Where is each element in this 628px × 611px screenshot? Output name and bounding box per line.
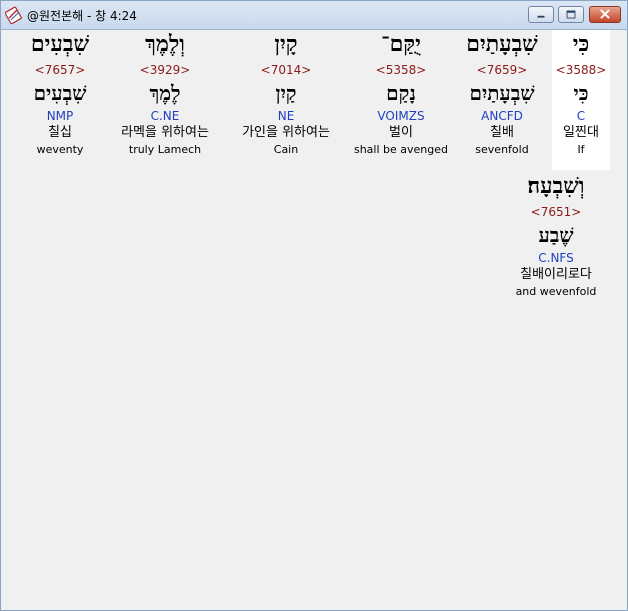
korean-gloss: 칠배이리로다 — [520, 267, 592, 282]
hebrew-lemma: שִׁבְעִים — [33, 81, 87, 105]
maximize-icon — [566, 10, 576, 19]
interlinear-view: כִּי <3588> כִּי C 일찐대 If שִׁבְעָתַיִם <… — [2, 30, 626, 608]
hebrew-word: וְשִׁבְעָה׃ — [527, 173, 585, 199]
maximize-button[interactable] — [558, 6, 584, 23]
korean-gloss: 라멕을 위하여는 — [121, 125, 209, 140]
hebrew-lemma: לֶמֶךְ — [149, 81, 181, 105]
morph-code[interactable]: VOIMZS — [346, 108, 456, 124]
bible-app-icon[interactable] — [4, 6, 23, 25]
minimize-icon — [537, 15, 545, 18]
minimize-button[interactable] — [528, 6, 554, 23]
morph-code[interactable]: ANCFD — [457, 108, 547, 124]
word-cell[interactable]: וְשִׁבְעָה׃ <7651> שֶׁבַע C.NFS 칠배이리로다 a… — [500, 172, 612, 312]
close-button[interactable] — [589, 6, 621, 23]
strong-number[interactable]: <3588> — [552, 62, 610, 78]
korean-gloss: 가인을 위하여는 — [242, 125, 330, 140]
strong-number[interactable]: <7659> — [457, 62, 547, 78]
title-bar[interactable]: @원전본해 - 창 4:24 — [1, 1, 627, 30]
hebrew-lemma: כִּי — [573, 81, 589, 105]
hebrew-word: יֻקַּם־ — [381, 31, 421, 57]
english-gloss: Cain — [273, 143, 299, 156]
korean-gloss: 일찐대 — [563, 125, 599, 140]
strong-number[interactable]: <7014> — [226, 62, 346, 78]
hebrew-word: קָיִן — [274, 31, 298, 57]
english-gloss: weventy — [36, 143, 84, 156]
hebrew-word: כִּי — [572, 31, 590, 57]
morph-code[interactable]: NMP — [16, 108, 104, 124]
hebrew-word: וְלֶמֶךְ — [145, 31, 185, 57]
window-title: @원전본해 - 창 4:24 — [27, 9, 137, 23]
word-cell[interactable]: וְלֶמֶךְ <3929> לֶמֶךְ C.NE 라멕을 위하여는 tru… — [104, 30, 226, 170]
english-gloss: If — [577, 143, 585, 156]
english-gloss: sevenfold — [475, 143, 529, 156]
korean-gloss: 벌이 — [389, 125, 413, 140]
morph-code[interactable]: C.NFS — [500, 250, 612, 266]
morph-code[interactable]: NE — [226, 108, 346, 124]
korean-gloss: 칠십 — [48, 125, 72, 140]
hebrew-word: שִׁבְעָתַיִם — [466, 31, 538, 57]
hebrew-lemma: נָקַם — [386, 81, 416, 105]
word-cell[interactable]: כִּי <3588> כִּי C 일찐대 If — [552, 30, 610, 170]
strong-number[interactable]: <7651> — [500, 204, 612, 220]
word-cell[interactable]: שִׁבְעִים <7657> שִׁבְעִים NMP 칠십 wevent… — [16, 30, 104, 170]
morph-code[interactable]: C — [552, 108, 610, 124]
strong-number[interactable]: <5358> — [346, 62, 456, 78]
morph-code[interactable]: C.NE — [104, 108, 226, 124]
word-cell[interactable]: קָיִן <7014> קַיִן NE 가인을 위하여는 Cain — [226, 30, 346, 170]
word-cell[interactable]: יֻקַּם־ <5358> נָקַם VOIMZS 벌이 shall be … — [346, 30, 456, 170]
english-gloss: and wevenfold — [515, 285, 597, 298]
app-window: @원전본해 - 창 4:24 כִּי <3588> כִּי C 일찐대 If… — [0, 0, 628, 611]
strong-number[interactable]: <7657> — [16, 62, 104, 78]
korean-gloss: 칠배 — [490, 125, 514, 140]
word-cell[interactable]: שִׁבְעָתַיִם <7659> שִׁבְעָתַיִם ANCFD 칠… — [457, 30, 547, 170]
hebrew-lemma: שֶׁבַע — [538, 223, 574, 247]
hebrew-lemma: שִׁבְעָתַיִם — [469, 81, 535, 105]
english-gloss: truly Lamech — [128, 143, 202, 156]
hebrew-lemma: קַיִן — [275, 81, 297, 105]
english-gloss: shall be avenged — [353, 143, 449, 156]
hebrew-word: שִׁבְעִים — [30, 31, 90, 57]
strong-number[interactable]: <3929> — [104, 62, 226, 78]
close-icon — [600, 9, 610, 19]
